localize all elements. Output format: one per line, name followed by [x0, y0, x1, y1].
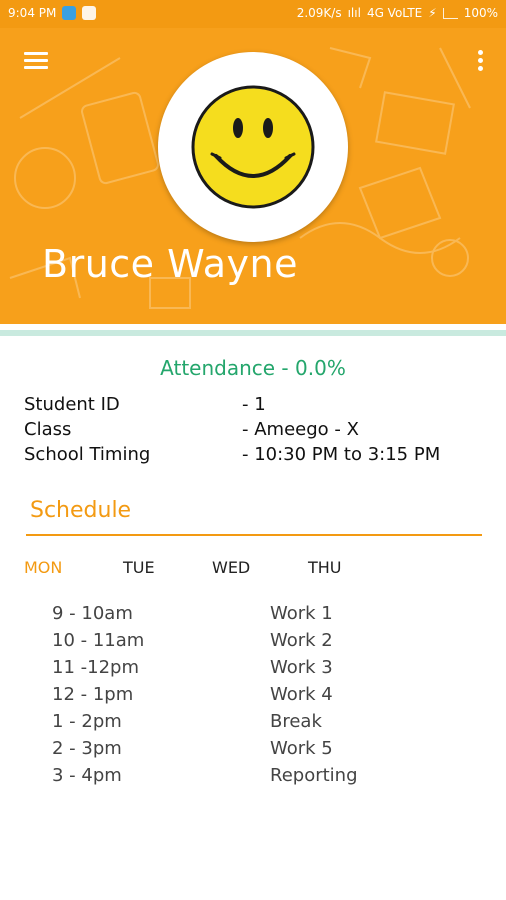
student-info: Student ID - 1 Class - Ameego - X School…: [24, 392, 484, 467]
info-row-class: Class - Ameego - X: [24, 417, 484, 442]
slot-time: 1 - 2pm: [52, 711, 122, 732]
network-speed: 2.09K/s: [296, 6, 342, 20]
list-item: 3 - 4pm Reporting: [52, 762, 472, 789]
status-bar: 9:04 PM 2.09K/s ılıl 4G VoLTE ⚡ 100%: [0, 0, 506, 28]
info-value: - 1: [242, 394, 266, 415]
shield-icon: [62, 6, 77, 20]
student-name: Bruce Wayne: [42, 242, 299, 286]
slot-task: Work 5: [270, 738, 333, 759]
slot-task: Reporting: [270, 765, 358, 786]
status-bar-right: 2.09K/s ılıl 4G VoLTE ⚡ 100%: [297, 6, 498, 20]
slot-time: 10 - 11am: [52, 630, 145, 651]
info-value: - Ameego - X: [242, 419, 359, 440]
status-bar-left: 9:04 PM: [8, 6, 97, 20]
status-time: 9:04 PM: [8, 6, 57, 20]
info-row-school-timing: School Timing - 10:30 PM to 3:15 PM: [24, 442, 484, 467]
tab-tue[interactable]: TUE: [123, 558, 155, 577]
info-label: Student ID: [24, 394, 120, 415]
smiley-face-icon: [191, 85, 315, 209]
list-item: 2 - 3pm Work 5: [52, 735, 472, 762]
schedule-title: Schedule: [30, 498, 132, 523]
list-item: 1 - 2pm Break: [52, 708, 472, 735]
slot-time: 9 - 10am: [52, 603, 133, 624]
avatar: [158, 52, 348, 242]
list-item: 10 - 11am Work 2: [52, 627, 472, 654]
slot-task: Work 3: [270, 657, 333, 678]
tab-thu[interactable]: THU: [308, 558, 342, 577]
slot-task: Work 4: [270, 684, 333, 705]
hamburger-menu-icon[interactable]: [24, 52, 48, 70]
slot-time: 3 - 4pm: [52, 765, 122, 786]
header-divider: [0, 330, 506, 336]
slot-task: Work 1: [270, 603, 333, 624]
slot-time: 12 - 1pm: [52, 684, 134, 705]
slot-time: 2 - 3pm: [52, 738, 122, 759]
slot-task: Break: [270, 711, 322, 732]
lightning-icon: ⚡: [428, 6, 437, 20]
profile-header: Bruce Wayne: [0, 28, 506, 324]
tab-mon[interactable]: MON: [24, 558, 62, 577]
list-item: 9 - 10am Work 1: [52, 600, 472, 627]
info-row-student-id: Student ID - 1: [24, 392, 484, 417]
tab-wed[interactable]: WED: [212, 558, 250, 577]
attendance-summary: Attendance - 0.0%: [160, 356, 346, 380]
more-vert-icon[interactable]: [476, 50, 484, 74]
info-value: - 10:30 PM to 3:15 PM: [242, 444, 441, 465]
list-item: 11 -12pm Work 3: [52, 654, 472, 681]
slot-time: 11 -12pm: [52, 657, 139, 678]
signal-icon: ılıl: [347, 6, 361, 20]
battery-level: 100%: [463, 6, 498, 20]
wifi-signal-icon: [442, 7, 458, 19]
schedule-list: 9 - 10am Work 1 10 - 11am Work 2 11 -12p…: [52, 600, 472, 789]
network-type: 4G VoLTE: [366, 6, 423, 20]
slot-task: Work 2: [270, 630, 333, 651]
app-notification-icon: [82, 6, 97, 20]
info-label: School Timing: [24, 444, 151, 465]
list-item: 12 - 1pm Work 4: [52, 681, 472, 708]
schedule-divider: [26, 534, 482, 536]
info-label: Class: [24, 419, 72, 440]
